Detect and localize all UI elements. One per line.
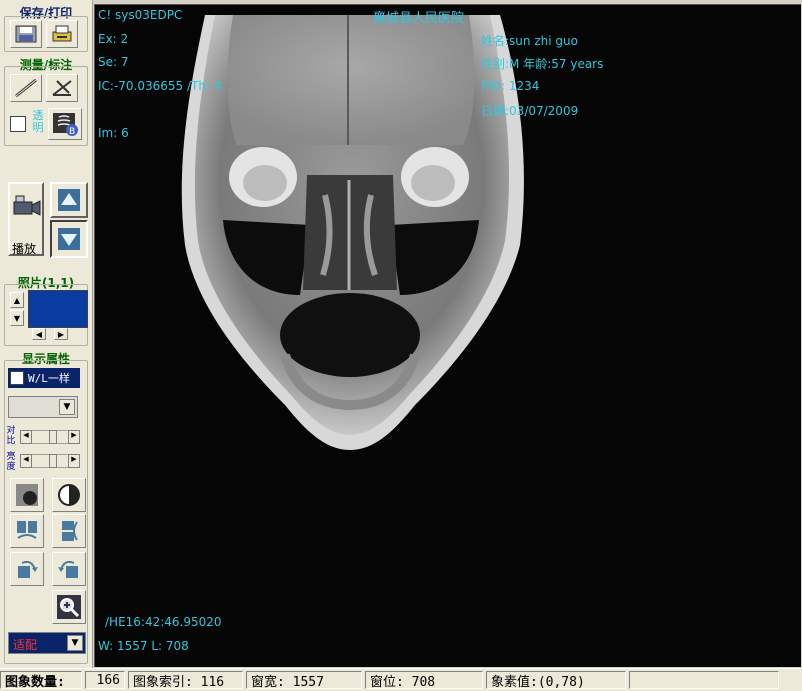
contrast-slider-right[interactable]: ▶ [68, 430, 80, 444]
play-label: 播放 [12, 242, 37, 256]
status-image-index: 图象索引: 116 [128, 671, 243, 690]
fit-chevron-down-icon[interactable]: ▼ [67, 635, 83, 651]
overlay-series: Se: 7 [98, 55, 129, 69]
contrast-label: 对比 [6, 426, 16, 446]
chevron-down-icon[interactable]: ▼ [59, 399, 75, 415]
overlay-image-number: Im: 6 [98, 126, 129, 140]
flip-vertical-icon [56, 518, 82, 544]
status-window-width: 窗宽: 1557 [246, 671, 362, 690]
invert-icon [14, 482, 40, 508]
next-button[interactable] [50, 220, 88, 258]
left-toolbar: 保存/打印 测量/标注 透明 B 播放 照片(1,1) ▲ ▼ ◀ ▶ 显示属性… [0, 0, 93, 668]
overlay-study-date: 日期:03/07/2009 [481, 104, 579, 118]
overlay-exam: Ex: 2 [98, 32, 129, 46]
photo-scroll-up[interactable]: ▲ [10, 292, 24, 308]
status-image-count: 166 [85, 671, 125, 689]
fit-select-value: 适配 [13, 638, 38, 652]
status-bar: 图象数量: 166 图象索引: 116 窗宽: 1557 窗位: 708 象素值… [0, 668, 802, 691]
brightness-slider-left[interactable]: ◀ [20, 454, 32, 468]
overlay-patient-id: PID: 1234 [481, 79, 540, 93]
status-pixel-value: 象素值:(0,78) [486, 671, 626, 690]
wl-same-label: W/L一样 [28, 372, 70, 385]
play-button[interactable]: 播放 [8, 182, 44, 256]
invert-button[interactable] [10, 478, 44, 512]
contrast-slider[interactable]: ◀ ▶ [20, 430, 80, 444]
mri-coronal-head-image [181, 15, 524, 450]
overlay-station: C! sys03EDPC [98, 8, 183, 22]
previous-button[interactable] [50, 182, 88, 218]
brightness-slider-thumb[interactable] [49, 454, 57, 468]
flip-horizontal-icon [14, 518, 40, 544]
overlay-patient-name: 姓名:sun zhi guo [481, 34, 578, 48]
overlay-position: IC:-70.036655 /Th: 4 [98, 79, 222, 93]
photo-thumbnail-selected[interactable] [28, 290, 88, 328]
measure-frame [4, 66, 88, 146]
photo-scroll-down[interactable]: ▼ [10, 310, 24, 326]
contrast-button[interactable] [52, 478, 86, 512]
rotate-ccw-button[interactable] [52, 552, 86, 586]
rotate-ccw-icon [56, 556, 82, 582]
overlay-patient-sex-age: 性别:M 年龄:57 years [481, 57, 604, 71]
overlay-time: /HE16:42:46.95020 [105, 615, 222, 629]
rotate-cw-button[interactable] [10, 552, 44, 586]
video-camera-icon [12, 194, 42, 224]
brightness-slider[interactable]: ◀ ▶ [20, 454, 80, 468]
rotate-cw-icon [14, 556, 40, 582]
contrast-slider-left[interactable]: ◀ [20, 430, 32, 444]
arrow-up-icon [58, 189, 80, 215]
fit-select[interactable]: 适配 ▼ [8, 632, 86, 654]
contrast-icon [56, 482, 82, 508]
overlay-hospital: 襄城县人民医院 [373, 11, 465, 26]
status-window-position: 窗位: 708 [365, 671, 483, 690]
wl-same-option[interactable]: W/L一样 [8, 368, 80, 388]
status-image-count-label: 图象数量: [0, 671, 82, 690]
flip-vertical-button[interactable] [52, 514, 86, 548]
save-print-frame [4, 16, 88, 52]
wl-same-checkbox[interactable] [10, 371, 24, 385]
brightness-slider-right[interactable]: ▶ [68, 454, 80, 468]
arrow-down-icon [58, 228, 80, 254]
zoom-button[interactable] [52, 590, 86, 624]
preset-select[interactable]: ▼ [8, 396, 78, 418]
image-viewport[interactable]: C! sys03EDPC 襄城县人民医院 Ex: 2 Se: 7 IC:-70.… [94, 4, 801, 667]
zoom-icon [56, 594, 82, 620]
contrast-slider-thumb[interactable] [49, 430, 57, 444]
photo-scroll-right[interactable]: ▶ [54, 328, 68, 340]
flip-horizontal-button[interactable] [10, 514, 44, 548]
photo-scroll-left[interactable]: ◀ [32, 328, 46, 340]
brightness-label: 亮度 [6, 452, 16, 472]
status-empty [629, 671, 779, 689]
overlay-window-level: W: 1557 L: 708 [98, 639, 189, 653]
